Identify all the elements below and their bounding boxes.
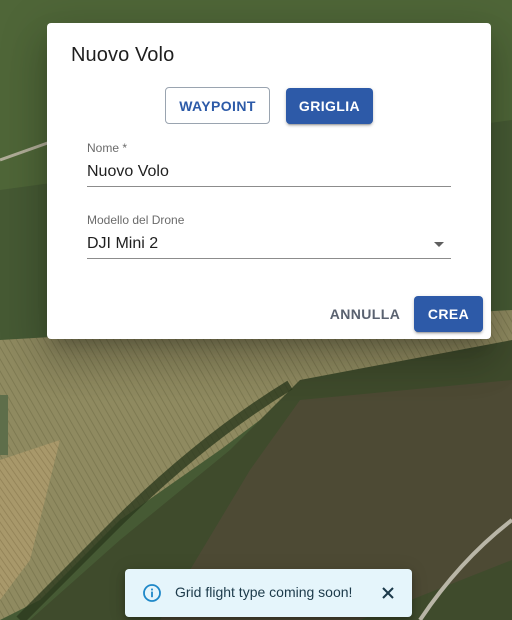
dialog-title: Nuovo Volo (71, 44, 175, 66)
snackbar-message: Grid flight type coming soon! (175, 584, 353, 600)
drone-model-select[interactable]: Modello del Drone DJI Mini 2 (87, 211, 451, 259)
drone-model-label: Modello del Drone (87, 213, 185, 227)
create-button[interactable]: CREA (414, 296, 483, 332)
waypoint-type-button[interactable]: WAYPOINT (165, 87, 270, 124)
info-snackbar: Grid flight type coming soon! (125, 569, 412, 617)
flight-name-label: Nome * (87, 141, 128, 155)
flight-name-field[interactable]: Nome * Nuovo Volo (87, 139, 451, 187)
info-icon (143, 584, 161, 602)
flight-name-input[interactable]: Nuovo Volo (87, 163, 169, 181)
cancel-button[interactable]: ANNULLA (325, 296, 405, 332)
flight-name-underline (87, 186, 451, 187)
close-icon[interactable] (379, 584, 397, 602)
drone-model-underline (87, 258, 451, 259)
new-flight-dialog: Nuovo Volo WAYPOINT GRIGLIA Nome * Nuovo… (47, 23, 491, 339)
chevron-down-icon[interactable] (434, 242, 444, 247)
drone-model-value[interactable]: DJI Mini 2 (87, 235, 158, 253)
grid-type-button[interactable]: GRIGLIA (286, 88, 373, 124)
